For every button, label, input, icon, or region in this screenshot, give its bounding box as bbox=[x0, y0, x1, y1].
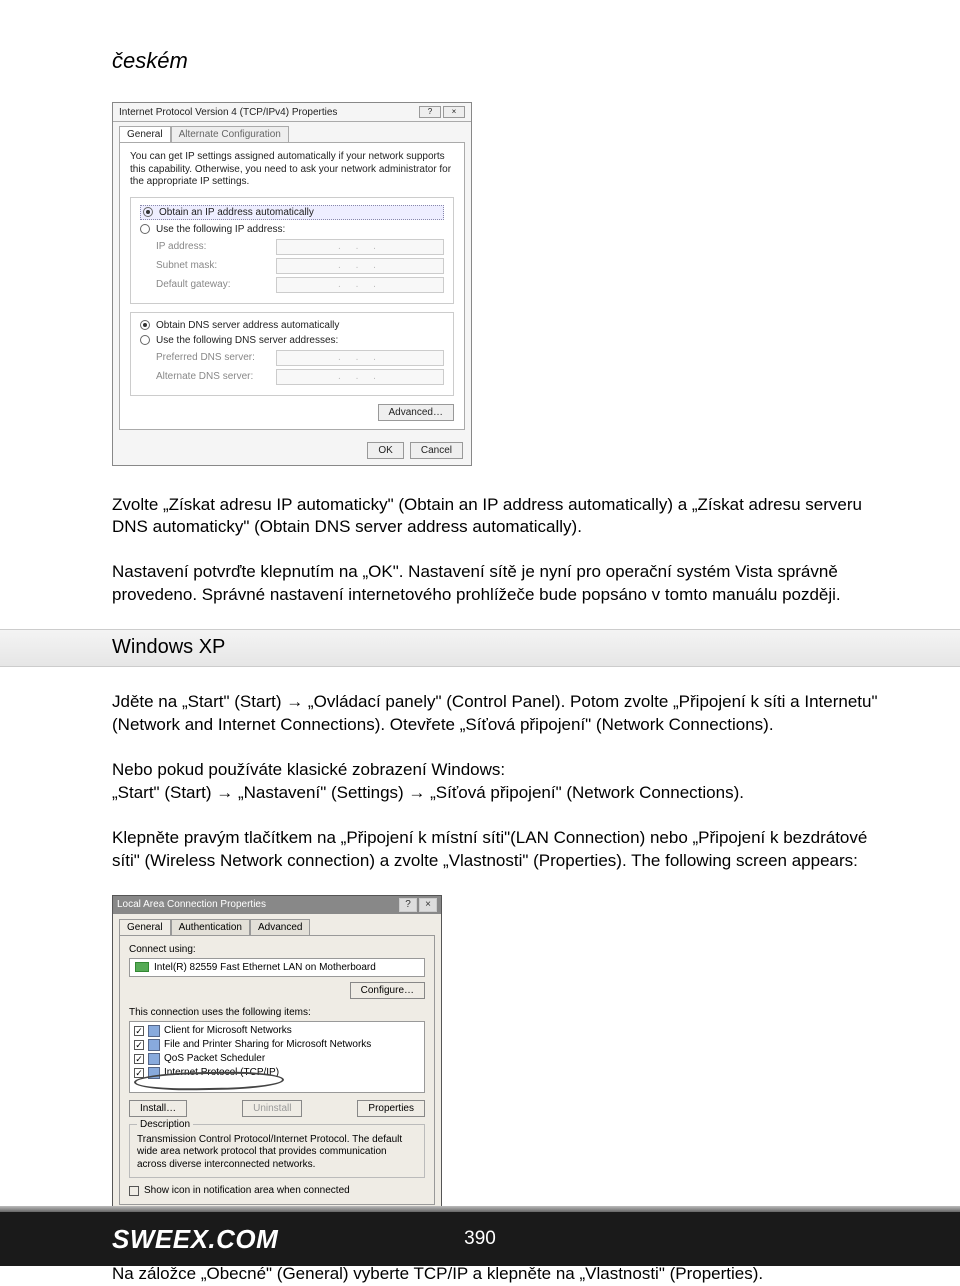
nic-icon bbox=[135, 962, 149, 972]
tab-general[interactable]: General bbox=[119, 126, 171, 142]
component-icon bbox=[148, 1039, 160, 1051]
tab-advanced[interactable]: Advanced bbox=[250, 919, 310, 935]
radio-label: Use the following DNS server addresses: bbox=[156, 335, 338, 346]
ip-input[interactable]: . . . bbox=[276, 239, 444, 255]
components-list[interactable]: Client for Microsoft Networks File and P… bbox=[129, 1021, 425, 1093]
dialog-description: You can get IP settings assigned automat… bbox=[130, 151, 454, 189]
radio-icon bbox=[140, 224, 150, 234]
radio-icon bbox=[140, 320, 150, 330]
pdns-input[interactable]: . . . bbox=[276, 350, 444, 366]
description-text: Transmission Control Protocol/Internet P… bbox=[137, 1134, 417, 1172]
connect-using-label: Connect using: bbox=[129, 944, 425, 955]
configure-button[interactable]: Configure… bbox=[350, 982, 425, 999]
checkbox-icon bbox=[129, 1186, 139, 1196]
uninstall-button[interactable]: Uninstall bbox=[242, 1100, 302, 1117]
close-icon[interactable]: × bbox=[419, 898, 437, 912]
list-item: Client for Microsoft Networks bbox=[132, 1024, 422, 1038]
checkbox-icon[interactable] bbox=[134, 1040, 144, 1050]
dialog-titlebar: Internet Protocol Version 4 (TCP/IPv4) P… bbox=[113, 103, 471, 122]
footer-brand: SWEEX.COM bbox=[112, 1224, 278, 1255]
paragraph: Nastavení potvrďte klepnutím na „OK". Na… bbox=[112, 561, 892, 607]
help-icon[interactable]: ? bbox=[399, 898, 417, 912]
show-icon-checkbox[interactable]: Show icon in notification area when conn… bbox=[129, 1185, 425, 1196]
label-ip: IP address: bbox=[156, 241, 276, 252]
dns-group: Obtain DNS server address automatically … bbox=[130, 312, 454, 396]
close-icon[interactable]: × bbox=[443, 106, 465, 118]
tab-authentication[interactable]: Authentication bbox=[171, 919, 250, 935]
gateway-input[interactable]: . . . bbox=[276, 277, 444, 293]
radio-auto-dns[interactable]: Obtain DNS server address automatically bbox=[140, 320, 444, 331]
list-item: File and Printer Sharing for Microsoft N… bbox=[132, 1038, 422, 1052]
install-button[interactable]: Install… bbox=[129, 1100, 187, 1117]
dialog-title: Internet Protocol Version 4 (TCP/IPv4) P… bbox=[119, 107, 337, 118]
radio-icon bbox=[140, 335, 150, 345]
tab-alternate[interactable]: Alternate Configuration bbox=[171, 126, 289, 142]
lan-properties-dialog: Local Area Connection Properties ? × Gen… bbox=[112, 895, 442, 1238]
ip-group: Obtain an IP address automatically Use t… bbox=[130, 197, 454, 304]
checkbox-icon[interactable] bbox=[134, 1054, 144, 1064]
paragraph: Jděte na „Start" (Start) → „Ovládací pan… bbox=[112, 691, 892, 737]
label-preferred-dns: Preferred DNS server: bbox=[156, 352, 276, 363]
list-item-label: QoS Packet Scheduler bbox=[164, 1053, 265, 1064]
text: Nebo pokud používáte klasické zobrazení … bbox=[112, 760, 505, 779]
description-group: Description Transmission Control Protoco… bbox=[129, 1124, 425, 1179]
radio-label: Obtain DNS server address automatically bbox=[156, 320, 339, 331]
properties-button[interactable]: Properties bbox=[357, 1100, 425, 1117]
label-subnet: Subnet mask: bbox=[156, 260, 276, 271]
radio-label: Use the following IP address: bbox=[156, 224, 285, 235]
dialog-title: Local Area Connection Properties bbox=[117, 899, 266, 910]
cancel-button[interactable]: Cancel bbox=[410, 442, 463, 459]
tcpip-properties-dialog: Internet Protocol Version 4 (TCP/IPv4) P… bbox=[112, 102, 472, 466]
radio-label: Obtain an IP address automatically bbox=[159, 207, 314, 218]
radio-use-dns[interactable]: Use the following DNS server addresses: bbox=[140, 335, 444, 346]
dialog-titlebar: Local Area Connection Properties ? × bbox=[113, 896, 441, 914]
advanced-button[interactable]: Advanced… bbox=[378, 404, 454, 421]
list-item: QoS Packet Scheduler bbox=[132, 1052, 422, 1066]
help-icon[interactable]: ? bbox=[419, 106, 441, 118]
list-item-label: File and Printer Sharing for Microsoft N… bbox=[164, 1039, 371, 1050]
page-footer: SWEEX.COM 390 bbox=[0, 1206, 960, 1266]
ok-button[interactable]: OK bbox=[367, 442, 403, 459]
nic-field: Intel(R) 82559 Fast Ethernet LAN on Moth… bbox=[129, 958, 425, 977]
component-icon bbox=[148, 1053, 160, 1065]
tab-general[interactable]: General bbox=[119, 919, 171, 935]
checkbox-label: Show icon in notification area when conn… bbox=[144, 1185, 350, 1196]
radio-auto-ip[interactable]: Obtain an IP address automatically bbox=[140, 205, 444, 220]
label-gateway: Default gateway: bbox=[156, 279, 276, 290]
label-alternate-dns: Alternate DNS server: bbox=[156, 371, 276, 382]
section-heading-bar: Windows XP bbox=[0, 629, 960, 667]
paragraph: Nebo pokud používáte klasické zobrazení … bbox=[112, 759, 892, 805]
uses-label: This connection uses the following items… bbox=[129, 1007, 425, 1018]
language-header: českém bbox=[112, 48, 892, 74]
paragraph: Klepněte pravým tlačítkem na „Připojení … bbox=[112, 827, 892, 873]
radio-icon bbox=[143, 207, 153, 217]
adns-input[interactable]: . . . bbox=[276, 369, 444, 385]
subnet-input[interactable]: . . . bbox=[276, 258, 444, 274]
paragraph: Zvolte „Získat adresu IP automaticky" (O… bbox=[112, 494, 892, 540]
group-title: Description bbox=[137, 1119, 193, 1130]
section-title: Windows XP bbox=[112, 636, 960, 659]
checkbox-icon[interactable] bbox=[134, 1026, 144, 1036]
component-icon bbox=[148, 1025, 160, 1037]
list-item-label: Client for Microsoft Networks bbox=[164, 1025, 292, 1036]
paragraph: Na záložce „Obecné" (General) vyberte TC… bbox=[112, 1263, 892, 1286]
radio-use-ip[interactable]: Use the following IP address: bbox=[140, 224, 444, 235]
page-number: 390 bbox=[464, 1228, 496, 1250]
text: „Start" (Start) → „Nastavení" (Settings)… bbox=[112, 783, 744, 802]
nic-name: Intel(R) 82559 Fast Ethernet LAN on Moth… bbox=[154, 962, 376, 973]
